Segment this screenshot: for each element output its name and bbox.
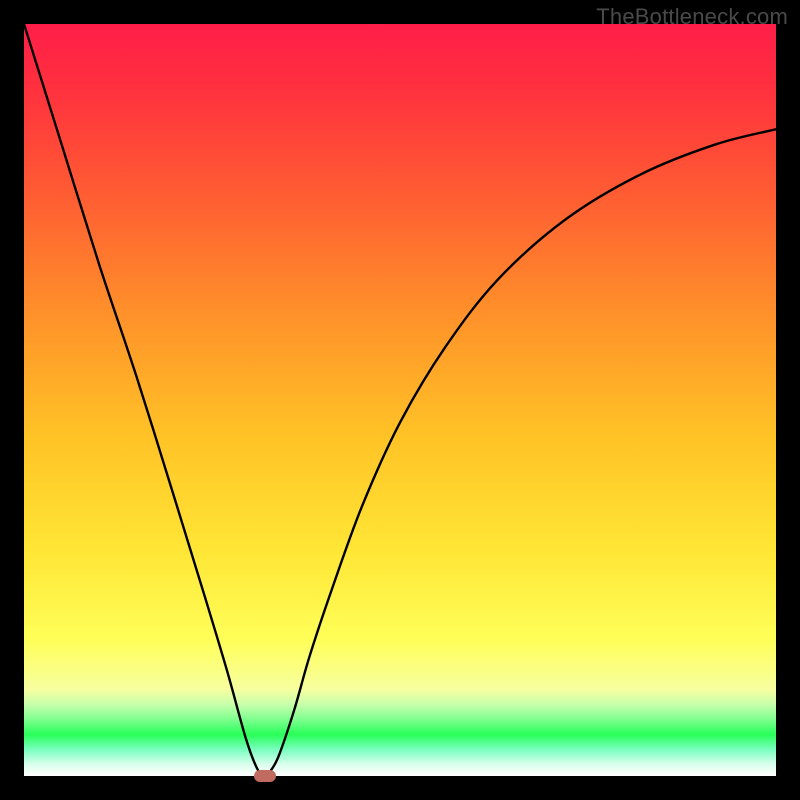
bottleneck-marker [254, 770, 276, 782]
gradient-background [24, 24, 776, 776]
plot-area [24, 24, 776, 776]
chart-frame: TheBottleneck.com [0, 0, 800, 800]
watermark-text: TheBottleneck.com [596, 4, 788, 30]
plot-svg [24, 24, 776, 776]
